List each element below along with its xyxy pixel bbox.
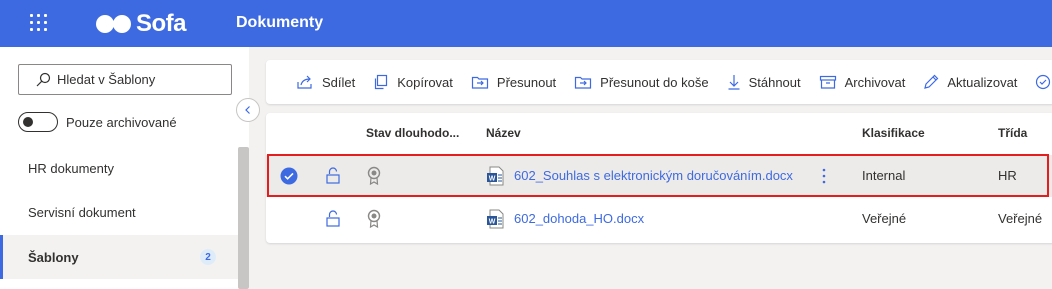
file-name-link[interactable]: 602_dohoda_HO.docx xyxy=(514,211,644,226)
toggle-knob xyxy=(23,117,33,127)
sidebar-scrollbar[interactable] xyxy=(238,147,249,289)
word-document-icon: W xyxy=(487,209,504,229)
copy-label: Kopírovat xyxy=(397,74,453,90)
logo-text: Sofa xyxy=(136,10,187,37)
update-button[interactable]: Aktualizovat xyxy=(923,74,1017,90)
class-cell: Veřejné xyxy=(998,211,1043,226)
move-to-trash-button[interactable]: Přesunout do koše xyxy=(574,74,709,90)
file-name-link[interactable]: 602_Souhlas s elektronickým doručováním.… xyxy=(514,168,793,183)
move-button[interactable]: Přesunout xyxy=(471,74,556,90)
classification-cell: Internal xyxy=(862,168,906,183)
sidebar-item-servisni-dokument[interactable]: Servisní dokument xyxy=(0,190,238,234)
share-label: Sdílet xyxy=(322,74,356,90)
logo-mark-icon xyxy=(96,15,114,33)
column-header-status[interactable]: Stav dlouhodo... xyxy=(366,126,459,140)
table-row[interactable]: W 602_dohoda_HO.docx Veřejné Veřejné xyxy=(266,198,1052,240)
sidebar-item-label: Šablony xyxy=(28,249,79,265)
search-icon xyxy=(36,72,51,86)
count-badge: 2 xyxy=(200,249,216,265)
logo-mark-icon-2 xyxy=(113,15,131,33)
sidebar-item-label: Servisní dokument xyxy=(28,204,136,220)
download-label: Stáhnout xyxy=(748,74,801,90)
app-header: Sofa Dokumenty xyxy=(0,0,1052,47)
collapse-sidebar-button[interactable] xyxy=(236,98,260,122)
archived-toggle[interactable] xyxy=(18,112,58,132)
chevron-left-icon xyxy=(245,106,250,114)
unlock-icon xyxy=(326,210,340,227)
archive-icon xyxy=(819,75,836,89)
sidebar: Pouze archivované HR dokumenty Servisní … xyxy=(0,47,249,289)
badge-check-icon xyxy=(1036,74,1051,90)
search-box[interactable] xyxy=(18,64,232,95)
column-header-classification[interactable]: Klasifikace xyxy=(862,126,925,140)
archived-toggle-label: Pouze archivované xyxy=(66,114,177,130)
certificate-icon xyxy=(367,166,381,186)
word-document-icon: W xyxy=(487,166,504,186)
sidebar-item-label: HR dokumenty xyxy=(28,160,114,176)
download-icon xyxy=(728,75,740,90)
app-launcher-icon[interactable] xyxy=(30,14,48,32)
sofa-logo[interactable]: Sofa xyxy=(96,10,187,38)
sidebar-item-hr-dokumenty[interactable]: HR dokumenty xyxy=(0,146,238,190)
column-header-class[interactable]: Třída xyxy=(998,126,1027,140)
share-icon xyxy=(297,75,312,89)
class-cell: HR xyxy=(998,168,1017,183)
classification-cell: Veřejné xyxy=(862,211,907,226)
move-to-trash-icon xyxy=(575,76,592,89)
archive-button[interactable]: Archivovat xyxy=(819,74,906,90)
copy-icon xyxy=(375,74,388,90)
move-to-trash-label: Přesunout do koše xyxy=(600,74,709,90)
command-bar: Sdílet Kopírovat Přesunout Přesunout do … xyxy=(266,60,1052,104)
svg-text:W: W xyxy=(489,219,496,226)
table-row[interactable]: W 602_Souhlas s elektronickým doručování… xyxy=(266,155,1052,197)
copy-button[interactable]: Kopírovat xyxy=(373,74,453,90)
download-button[interactable]: Stáhnout xyxy=(727,74,801,90)
svg-text:W: W xyxy=(489,176,496,183)
update-label: Aktualizovat xyxy=(947,74,1018,90)
search-input[interactable] xyxy=(57,72,217,87)
unlock-icon xyxy=(326,167,340,184)
column-header-name[interactable]: Název xyxy=(486,126,521,140)
more-settings-button[interactable] xyxy=(1035,74,1052,90)
more-options-icon[interactable] xyxy=(822,168,826,184)
sidebar-item-sablony[interactable]: Šablony 2 xyxy=(0,235,238,279)
move-label: Přesunout xyxy=(496,74,557,90)
archive-label: Archivovat xyxy=(844,74,906,90)
archived-toggle-row: Pouze archivované xyxy=(18,112,177,132)
move-icon xyxy=(471,76,489,89)
page-title: Dokumenty xyxy=(236,14,324,31)
documents-table: Stav dlouhodo... Název Klasifikace Třída… xyxy=(266,113,1052,243)
checkmark-circle-icon[interactable] xyxy=(280,167,298,185)
edit-icon xyxy=(924,74,939,89)
certificate-icon xyxy=(367,209,381,229)
share-button[interactable]: Sdílet xyxy=(296,74,355,90)
